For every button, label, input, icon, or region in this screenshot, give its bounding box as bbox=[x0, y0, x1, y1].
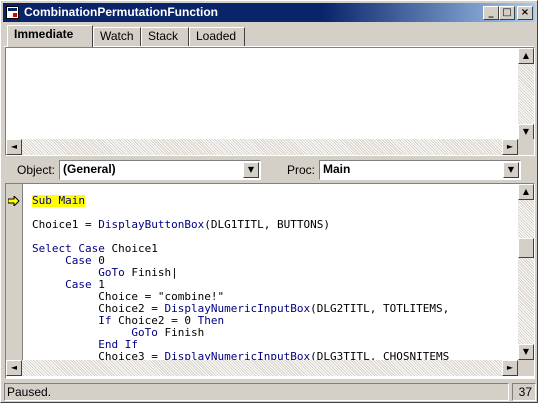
code-token: Finish bbox=[157, 326, 205, 339]
window-title: CombinationPermutationFunction bbox=[24, 5, 218, 19]
tab-loaded[interactable]: Loaded bbox=[189, 27, 245, 46]
immediate-pane[interactable]: ▲ ▼ ◄ ► bbox=[5, 47, 535, 156]
immediate-scroll-right-button[interactable]: ► bbox=[502, 139, 518, 155]
code-vertical-scrollbar[interactable] bbox=[518, 200, 534, 344]
code-scroll-up-button[interactable]: ▲ bbox=[518, 184, 534, 200]
code-line[interactable]: Choice3 = DisplayNumericInputBox(DLG3TIT… bbox=[32, 350, 518, 361]
code-scroll-left-button[interactable]: ◄ bbox=[6, 360, 22, 376]
code-text[interactable]: Sub Main Choice1 = DisplayButtonBox(DLG1… bbox=[32, 195, 518, 360]
status-line-number: 37 bbox=[512, 383, 536, 401]
object-dropdown-button[interactable]: ▼ bbox=[243, 162, 259, 178]
maximize-button[interactable]: □ bbox=[499, 6, 515, 20]
code-line[interactable]: Select Case Choice1 bbox=[32, 243, 518, 255]
code-line[interactable]: GoTo Finish| bbox=[32, 267, 518, 279]
immediate-scroll-left-button[interactable]: ◄ bbox=[6, 139, 22, 155]
code-scroll-right-button[interactable]: ► bbox=[502, 360, 518, 376]
code-line[interactable]: Sub Main bbox=[32, 195, 518, 207]
code-token: DisplayNumericInputBox bbox=[164, 350, 311, 361]
minimize-button[interactable]: _ bbox=[483, 6, 499, 20]
object-dropdown[interactable]: (General) ▼ bbox=[59, 160, 261, 180]
vba-debug-window: CombinationPermutationFunction _ □ × Imm… bbox=[0, 0, 538, 403]
code-token: Finish| bbox=[124, 266, 178, 279]
code-token: (DLG1TITL, BUTTONS) bbox=[204, 218, 331, 231]
tab-stack[interactable]: Stack bbox=[141, 27, 189, 46]
code-token: Choice1 bbox=[104, 242, 158, 255]
code-token: Sub Main bbox=[32, 195, 85, 207]
code-token: (DLG3TITL, CHOSNITEMS bbox=[310, 350, 450, 361]
immediate-horizontal-scrollbar[interactable] bbox=[22, 139, 502, 155]
code-token: Choice1 = bbox=[32, 218, 99, 231]
proc-value: Main bbox=[323, 162, 351, 176]
code-scroll-thumb[interactable] bbox=[518, 238, 534, 258]
object-value: (General) bbox=[63, 162, 116, 176]
close-button[interactable]: × bbox=[517, 6, 533, 20]
tab-immediate[interactable]: Immediate bbox=[7, 25, 93, 47]
immediate-scroll-down-button[interactable]: ▼ bbox=[518, 124, 534, 140]
immediate-size-box bbox=[518, 139, 534, 155]
code-line[interactable]: Choice1 = DisplayButtonBox(DLG1TITL, BUT… bbox=[32, 219, 518, 231]
code-token: (DLG2TITL, TOTLITEMS, bbox=[310, 302, 450, 315]
title-bar[interactable]: CombinationPermutationFunction _ □ × bbox=[3, 3, 535, 22]
code-scroll-down-button[interactable]: ▼ bbox=[518, 344, 534, 360]
execution-arrow-icon bbox=[8, 196, 20, 206]
proc-dropdown[interactable]: Main ▼ bbox=[319, 160, 521, 180]
code-horizontal-scrollbar[interactable] bbox=[22, 360, 502, 376]
code-token: DisplayButtonBox bbox=[98, 218, 205, 231]
code-editor[interactable]: Sub Main Choice1 = DisplayButtonBox(DLG1… bbox=[5, 183, 535, 379]
proc-dropdown-button[interactable]: ▼ bbox=[503, 162, 519, 178]
immediate-vertical-scrollbar[interactable] bbox=[518, 64, 534, 124]
proc-label: Proc: bbox=[287, 163, 316, 177]
code-size-box bbox=[518, 360, 534, 376]
object-label: Object: bbox=[17, 163, 56, 177]
breakpoint-gutter[interactable] bbox=[6, 184, 23, 360]
code-token: Choice3 = bbox=[98, 350, 165, 361]
app-icon bbox=[6, 6, 19, 19]
tab-watch[interactable]: Watch bbox=[93, 27, 141, 46]
status-text: Paused. bbox=[4, 383, 509, 401]
immediate-scroll-up-button[interactable]: ▲ bbox=[518, 48, 534, 64]
